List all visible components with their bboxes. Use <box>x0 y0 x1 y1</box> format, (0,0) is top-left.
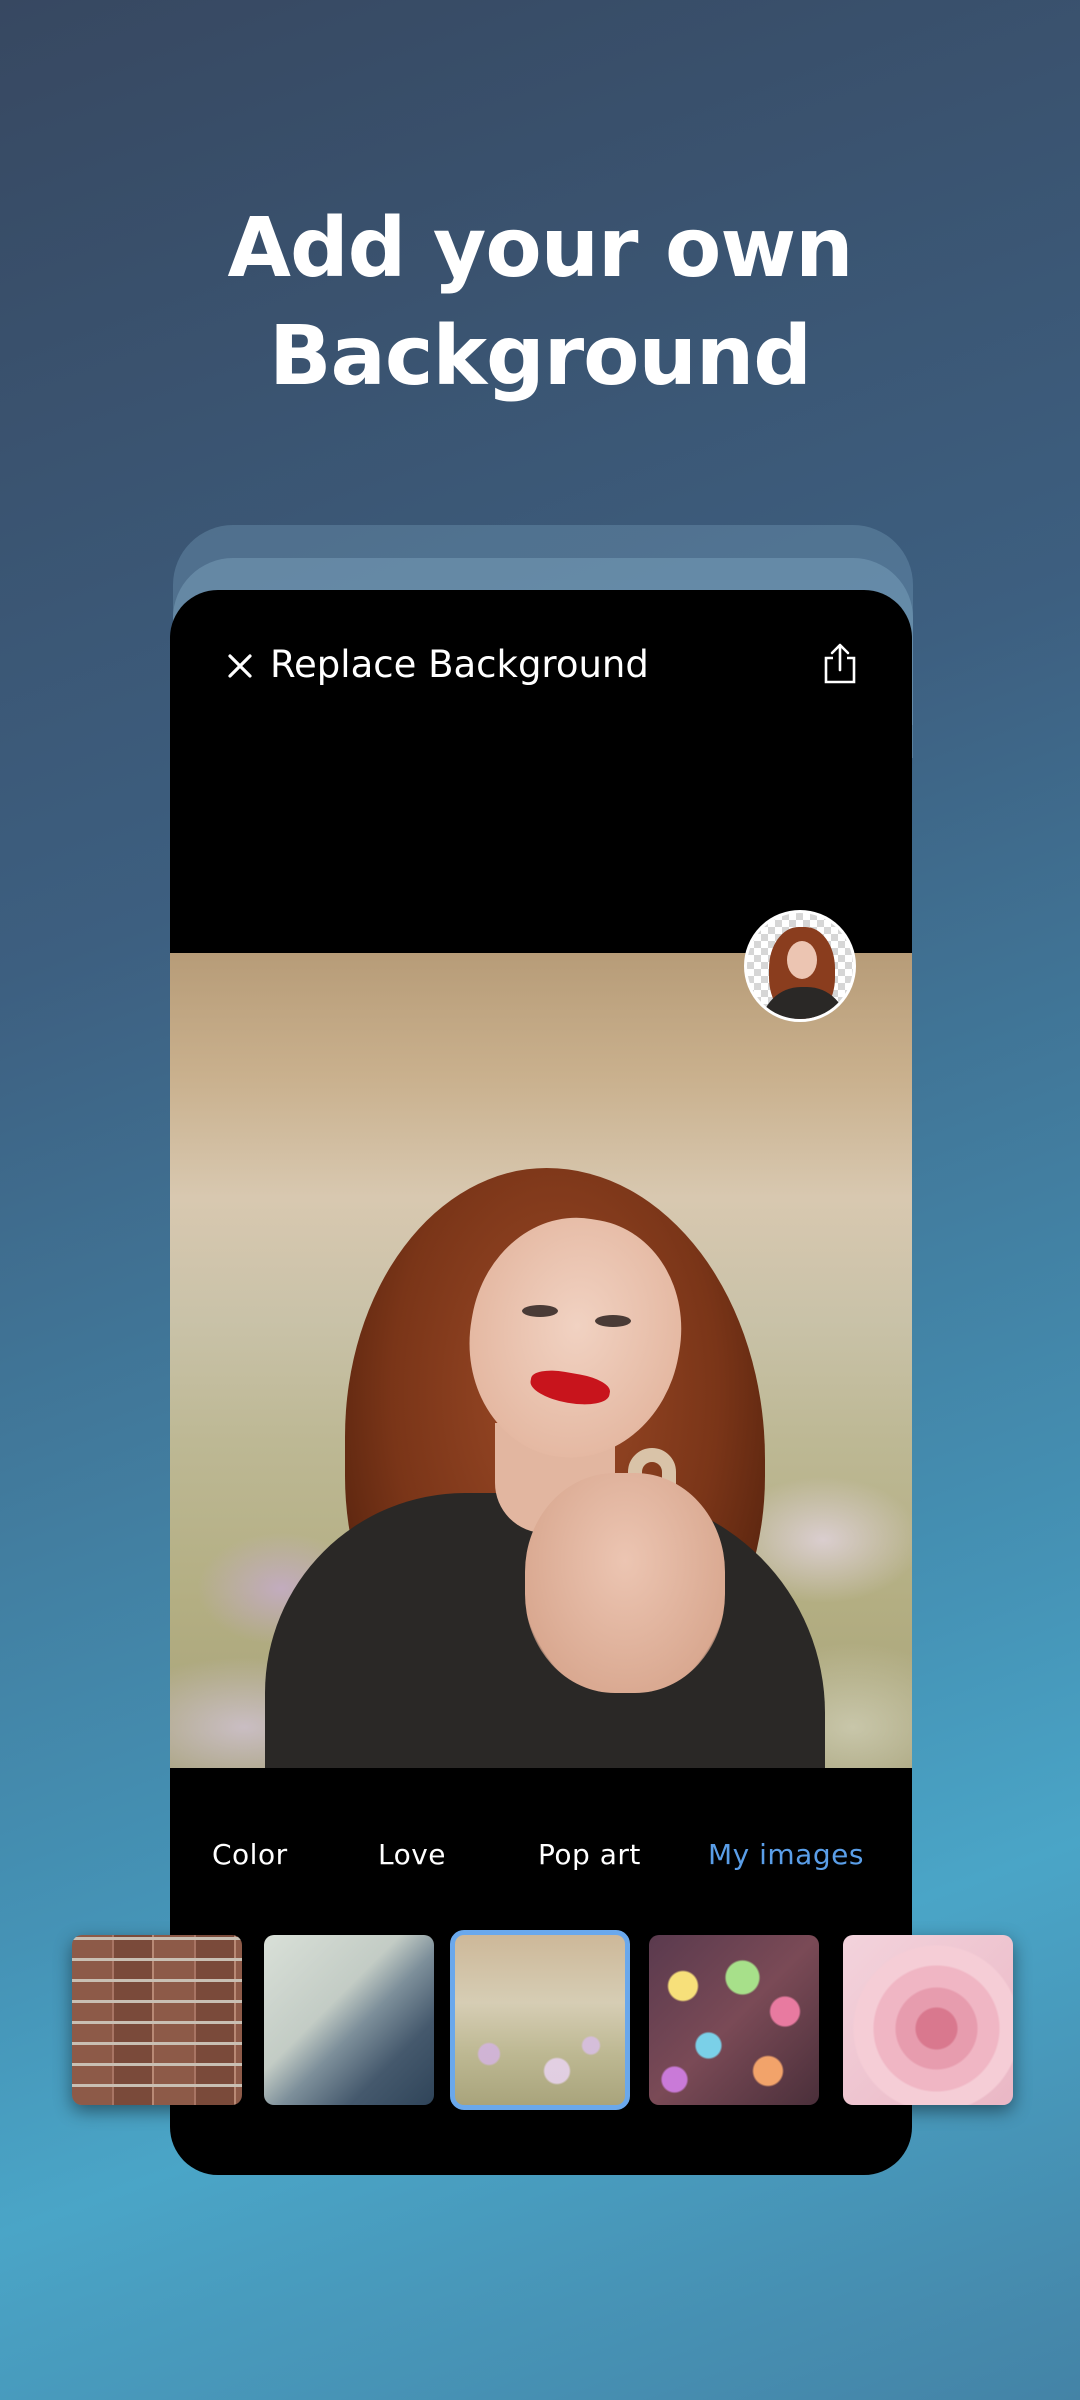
background-pink-rose[interactable] <box>843 1935 1013 2105</box>
headline: Add your own Background <box>0 195 1080 411</box>
background-paper-curl[interactable] <box>264 1935 434 2105</box>
tab-pop-art[interactable]: Pop art <box>538 1838 641 1871</box>
tab-my-images[interactable]: My images <box>708 1838 864 1871</box>
share-icon <box>824 643 856 684</box>
photo-eye-left <box>522 1305 558 1317</box>
close-icon <box>228 654 252 678</box>
photo-eye-right <box>595 1315 631 1327</box>
top-bar: Replace Background <box>170 590 912 750</box>
close-button[interactable] <box>212 638 268 694</box>
tab-love[interactable]: Love <box>378 1838 446 1871</box>
photo-hands <box>525 1473 725 1693</box>
cutout-thumbnail[interactable] <box>744 910 856 1022</box>
background-flower-field[interactable] <box>450 1930 630 2110</box>
share-button[interactable] <box>810 634 870 694</box>
screen-title: Replace Background <box>270 643 649 686</box>
category-tabs: Color Love Pop art My images <box>170 1838 912 1898</box>
preview-photo[interactable] <box>170 953 912 1768</box>
background-brick-wall[interactable] <box>72 1935 242 2105</box>
headline-line-1: Add your own <box>227 201 853 296</box>
cutout-face <box>787 941 817 979</box>
tab-color[interactable]: Color <box>212 1838 288 1871</box>
headline-line-2: Background <box>269 309 812 404</box>
background-bokeh-lights[interactable] <box>649 1935 819 2105</box>
background-thumbnails <box>0 1930 1080 2110</box>
